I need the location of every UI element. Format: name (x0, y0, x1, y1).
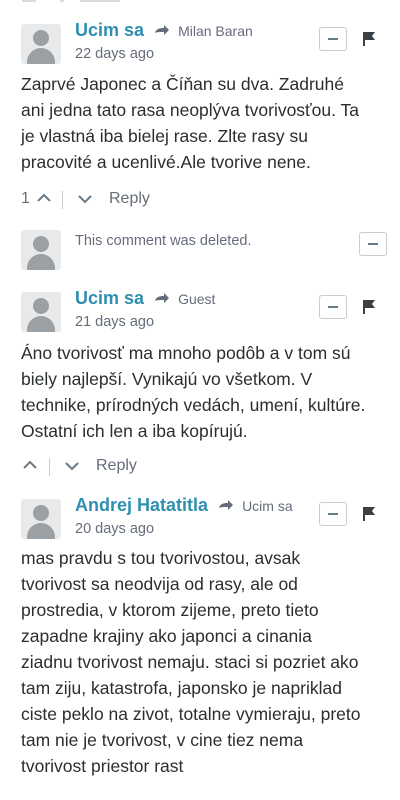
chevron-up-icon[interactable] (23, 460, 37, 470)
avatar[interactable] (21, 292, 61, 332)
deleted-comment-text: This comment was deleted. (75, 233, 252, 249)
comment-header: Andrej Hatatitla Ucim sa (75, 495, 293, 516)
author-name[interactable]: Ucim sa (75, 20, 144, 40)
upvote-count: 1 (21, 190, 30, 207)
comment-header: Ucim sa Milan Baran (75, 20, 253, 41)
minimize-icon (328, 306, 338, 308)
reply-to-name[interactable]: Ucim sa (242, 498, 293, 514)
avatar[interactable] (21, 24, 61, 64)
vote-separator (62, 191, 63, 209)
chevron-up-icon[interactable] (37, 193, 51, 203)
comment-text: Zaprvé Japonec a Číňan su dva. Zadruhé a… (21, 74, 359, 172)
reply-arrow-icon (155, 25, 170, 36)
timestamp[interactable]: 22 days ago (75, 46, 154, 62)
reply-arrow-icon (155, 293, 170, 304)
flag-icon[interactable] (363, 507, 375, 521)
timestamp[interactable]: 21 days ago (75, 314, 154, 330)
minimize-button[interactable] (319, 27, 347, 51)
reply-to-name[interactable]: Guest (178, 291, 215, 307)
author-name[interactable]: Andrej Hatatitla (75, 495, 208, 515)
minimize-icon (328, 513, 338, 515)
chevron-down-icon[interactable] (65, 461, 79, 471)
reply-link[interactable]: Reply (109, 190, 150, 208)
minimize-button[interactable] (319, 502, 347, 526)
minimize-icon (328, 38, 338, 40)
flag-icon[interactable] (363, 300, 375, 314)
reply-to-name[interactable]: Milan Baran (178, 23, 253, 39)
minimize-button[interactable] (359, 232, 387, 256)
reply-arrow-icon (219, 500, 234, 511)
reply-link[interactable]: Reply (96, 457, 137, 475)
avatar (21, 230, 61, 270)
comment-text: mas pravdu s tou tvorivostou, avsak tvor… (21, 548, 361, 776)
timestamp[interactable]: 20 days ago (75, 521, 154, 537)
vote-separator (49, 458, 50, 476)
chevron-down-icon[interactable] (78, 194, 92, 204)
comment-header: Ucim sa Guest (75, 288, 215, 309)
author-name[interactable]: Ucim sa (75, 288, 144, 308)
avatar[interactable] (21, 499, 61, 539)
previous-actions-divider (0, 0, 400, 3)
comment-text: Áno tvorivosť ma mnoho podôb a v tom sú … (21, 343, 366, 441)
minimize-icon (368, 243, 378, 245)
minimize-button[interactable] (319, 295, 347, 319)
flag-icon[interactable] (363, 32, 375, 46)
